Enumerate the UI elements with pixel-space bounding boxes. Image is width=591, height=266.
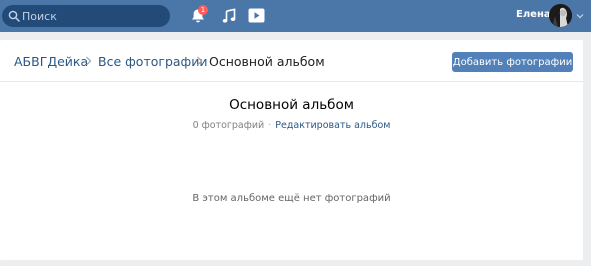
user-name[interactable]: Елена bbox=[516, 9, 551, 20]
add-photos-button[interactable]: Добавить фотографии bbox=[452, 52, 573, 72]
breadcrumb-current-album: Основной альбом bbox=[209, 54, 325, 69]
meta-separator: · bbox=[268, 120, 272, 131]
notification-badge: 1 bbox=[198, 5, 208, 15]
search-icon bbox=[8, 10, 20, 22]
search-box[interactable] bbox=[2, 5, 170, 27]
album-header: АБВГДейка Все фотографии Основной альбом… bbox=[0, 40, 583, 82]
breadcrumb-community[interactable]: АБВГДейка bbox=[14, 54, 88, 69]
album-card: АБВГДейка Все фотографии Основной альбом… bbox=[0, 40, 583, 260]
chevron-down-icon[interactable] bbox=[576, 13, 584, 19]
chevron-right-icon bbox=[197, 56, 203, 66]
empty-album-message: В этом альбоме ещё нет фотографий bbox=[192, 193, 391, 204]
breadcrumb-all-photos[interactable]: Все фотографии bbox=[98, 54, 207, 69]
album-meta: 0 фотографий · Редактировать альбом bbox=[0, 120, 583, 131]
edit-album-link[interactable]: Редактировать альбом bbox=[275, 120, 390, 131]
chevron-right-icon bbox=[86, 56, 92, 66]
photo-count: 0 фотографий bbox=[192, 120, 265, 131]
album-title: Основной альбом bbox=[229, 97, 354, 113]
video-icon[interactable] bbox=[248, 8, 265, 23]
music-icon[interactable] bbox=[222, 8, 236, 24]
avatar[interactable] bbox=[549, 4, 572, 27]
search-input[interactable] bbox=[22, 5, 166, 27]
top-bar: 1 Елена bbox=[0, 0, 591, 32]
